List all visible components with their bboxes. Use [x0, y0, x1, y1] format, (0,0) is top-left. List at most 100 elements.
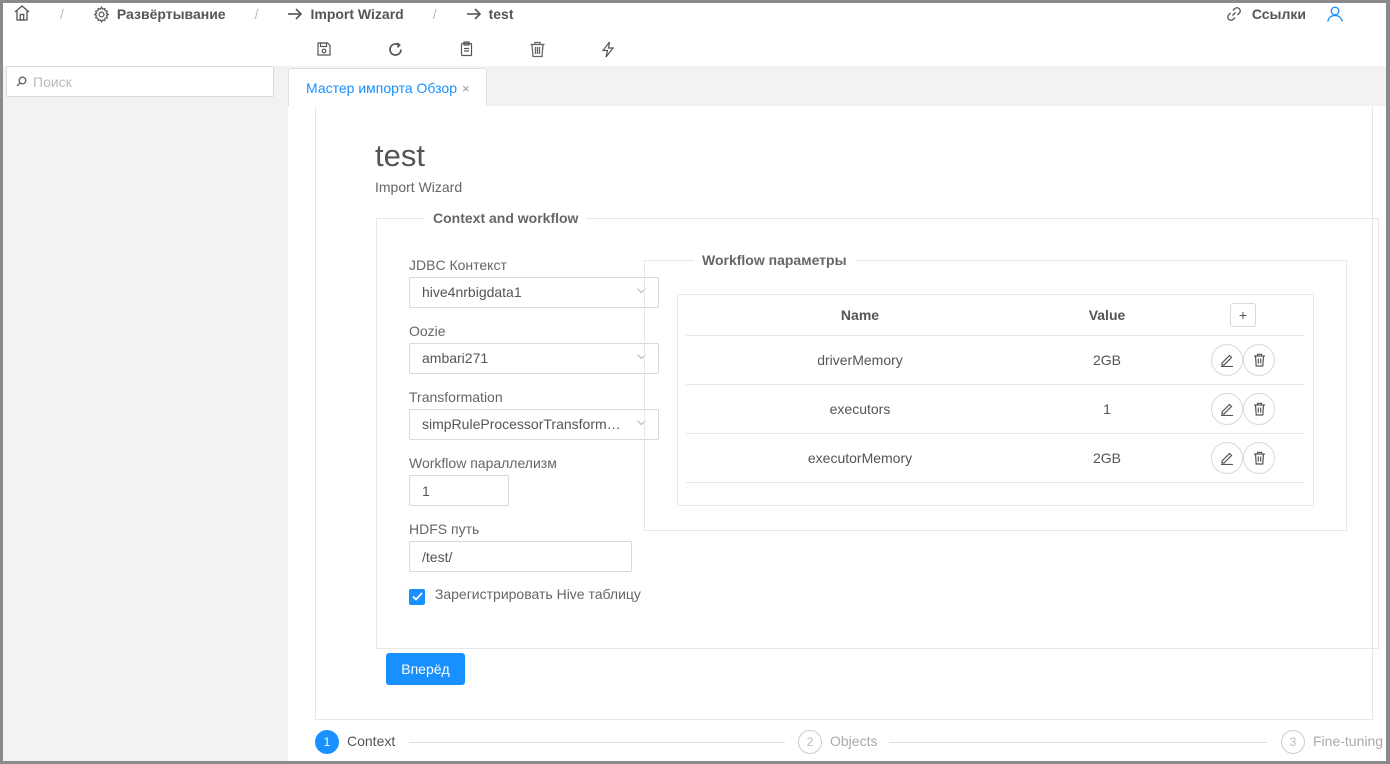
breadcrumb-label: test — [488, 6, 514, 22]
tab-label: Мастер импорта Обзор — [306, 80, 457, 96]
page-subtitle: Import Wizard — [375, 179, 463, 195]
step-2-number[interactable]: 2 — [798, 730, 822, 754]
step-2-label[interactable]: Objects — [830, 733, 877, 749]
step-1-number[interactable]: 1 — [315, 730, 339, 754]
transformation-field: Transformation simpRuleProcessorTransfor… — [409, 388, 659, 440]
column-header-name: Name — [840, 307, 880, 323]
param-name: executors — [829, 401, 891, 417]
user-icon[interactable] — [1326, 5, 1344, 26]
edit-button[interactable] — [1211, 344, 1243, 376]
trash-icon — [1253, 353, 1265, 367]
wizard-card: test Import Wizard Context and workflow … — [315, 106, 1379, 720]
delete-param-button[interactable] — [1243, 344, 1275, 376]
checkbox-checked-icon[interactable] — [409, 588, 425, 605]
lightning-icon — [601, 41, 615, 57]
copy-icon — [460, 41, 472, 57]
run-button[interactable] — [597, 38, 619, 60]
sidebar — [3, 66, 287, 761]
parallelism-field: Workflow параллелизм — [409, 454, 659, 506]
main-area: Мастер импорта Обзор × test Import Wizar… — [287, 66, 1386, 761]
jdbc-select[interactable]: hive4nrbigdata1 — [409, 277, 659, 308]
search-icon — [16, 76, 27, 87]
breadcrumb-label: Import Wizard — [310, 6, 404, 22]
top-bar: / Развёртывание / Import Wizard / test С… — [3, 3, 1386, 33]
transformation-value: simpRuleProcessorTransformation — [422, 416, 627, 432]
edit-icon — [1221, 452, 1233, 465]
delete-param-button[interactable] — [1243, 393, 1275, 425]
copy-button[interactable] — [455, 38, 477, 60]
save-button[interactable] — [313, 38, 335, 60]
workflow-params-table: Name Value + driverMemory 2GB executors … — [677, 294, 1314, 506]
step-1-label[interactable]: Context — [347, 733, 395, 749]
step-connector — [889, 742, 1267, 743]
add-param-button[interactable]: + — [1230, 303, 1256, 327]
context-legend: Context and workflow — [433, 210, 579, 226]
param-name: executorMemory — [807, 450, 913, 466]
close-icon[interactable]: × — [462, 81, 470, 96]
breadcrumb-separator: / — [60, 6, 64, 22]
transformation-select[interactable]: simpRuleProcessorTransformation — [409, 409, 659, 440]
edit-button[interactable] — [1211, 442, 1243, 474]
next-button[interactable]: Вперёд — [386, 653, 465, 685]
hdfs-label: HDFS путь — [409, 521, 480, 537]
refresh-button[interactable] — [384, 38, 406, 60]
edit-button[interactable] — [1211, 393, 1243, 425]
refresh-icon — [388, 41, 402, 56]
tab-bar: Мастер импорта Обзор × — [288, 68, 487, 107]
links-button[interactable]: Ссылки — [1226, 3, 1306, 25]
page-title: test — [375, 138, 425, 173]
tab-import-wizard-overview[interactable]: Мастер импорта Обзор × — [288, 68, 487, 107]
step-3-number[interactable]: 3 — [1281, 730, 1305, 754]
step-connector — [409, 742, 785, 743]
breadcrumb-item-test[interactable]: test — [466, 6, 514, 22]
param-name: driverMemory — [817, 352, 903, 368]
workflow-params-fieldset: Workflow параметры Name Value + driverMe… — [644, 252, 1347, 531]
transformation-label: Transformation — [409, 389, 503, 405]
step-3-label[interactable]: Fine-tuning — [1313, 733, 1383, 749]
edit-icon — [1221, 354, 1233, 367]
wizard-steps: 1 Context 2 Objects 3 Fine-tuning — [315, 730, 1386, 754]
delete-button[interactable] — [526, 38, 548, 60]
parallelism-label: Workflow параллелизм — [409, 455, 557, 471]
table-row: driverMemory 2GB — [686, 336, 1305, 385]
parallelism-input[interactable] — [409, 475, 509, 506]
oozie-label: Oozie — [409, 323, 446, 339]
gear-icon — [93, 5, 110, 23]
table-row: executors 1 — [686, 385, 1305, 434]
search-box[interactable] — [6, 66, 274, 97]
search-input[interactable] — [33, 73, 253, 90]
column-header-value: Value — [1088, 307, 1126, 323]
trash-icon — [1253, 402, 1265, 416]
delete-param-button[interactable] — [1243, 442, 1275, 474]
oozie-field: Oozie ambari271 — [409, 322, 659, 374]
links-label: Ссылки — [1251, 6, 1306, 22]
context-fieldset: Context and workflow JDBC Контекст hive4… — [376, 210, 1379, 649]
breadcrumb-item-deployment[interactable]: Развёртывание — [93, 5, 226, 23]
hdfs-field: HDFS путь — [409, 520, 659, 572]
workflow-params-legend: Workflow параметры — [702, 252, 847, 268]
breadcrumb-item-import-wizard[interactable]: Import Wizard — [287, 6, 404, 22]
link-icon — [1226, 7, 1241, 21]
jdbc-value: hive4nrbigdata1 — [422, 284, 522, 300]
delete-icon — [530, 41, 544, 57]
oozie-select[interactable]: ambari271 — [409, 343, 659, 374]
trash-icon — [1253, 451, 1265, 465]
home-icon[interactable] — [13, 4, 31, 25]
jdbc-label: JDBC Контекст — [409, 257, 507, 273]
jdbc-field: JDBC Контекст hive4nrbigdata1 — [409, 256, 659, 308]
register-hive-label: Зарегистрировать Hive таблицу — [434, 586, 641, 602]
save-icon — [317, 42, 331, 56]
register-hive-checkbox[interactable]: Зарегистрировать Hive таблицу — [409, 584, 659, 605]
param-value: 2GB — [1092, 450, 1122, 466]
breadcrumb-separator: / — [432, 6, 437, 22]
arrow-right-icon — [466, 8, 481, 20]
context-form: JDBC Контекст hive4nrbigdata1 Oozie amba… — [409, 256, 659, 605]
breadcrumb-separator: / — [254, 6, 259, 22]
table-header: Name Value + — [686, 295, 1305, 336]
hdfs-path-input[interactable] — [409, 541, 632, 572]
param-value: 2GB — [1092, 352, 1122, 368]
arrow-right-icon — [288, 8, 303, 20]
breadcrumb: / Развёртывание / Import Wizard / test — [13, 3, 514, 25]
edit-icon — [1221, 403, 1233, 416]
toolbar — [313, 38, 619, 60]
